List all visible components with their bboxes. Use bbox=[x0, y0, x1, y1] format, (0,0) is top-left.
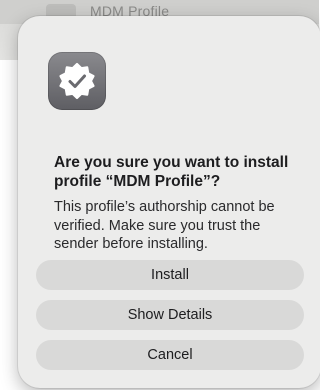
install-profile-dialog: Are you sure you want to install profile… bbox=[18, 16, 320, 388]
cancel-button[interactable]: Cancel bbox=[36, 340, 304, 370]
badge-checkmark-icon bbox=[59, 62, 95, 100]
dialog-title: Are you sure you want to install profile… bbox=[54, 154, 289, 190]
show-details-button[interactable]: Show Details bbox=[36, 300, 304, 330]
install-button[interactable]: Install bbox=[36, 260, 304, 290]
dialog-message: This profile’s authorship cannot be veri… bbox=[54, 199, 275, 252]
verified-badge-checkmark-icon bbox=[48, 52, 106, 110]
